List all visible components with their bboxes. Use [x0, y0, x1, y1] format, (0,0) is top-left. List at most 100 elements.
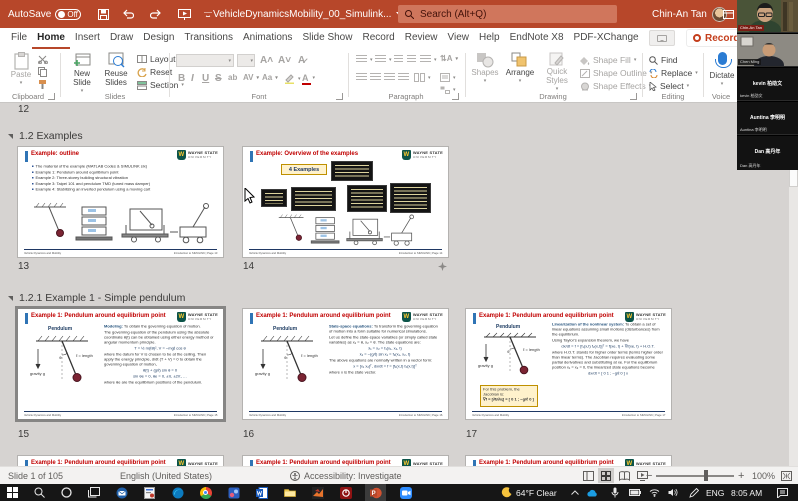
zoom-slider-thumb[interactable] — [704, 470, 708, 481]
tab-file[interactable]: File — [6, 29, 32, 49]
slide-thumbnail-20-partial[interactable]: Example 1: Pendulum around equilibrium p… — [466, 456, 671, 466]
ribbon-display-options-icon[interactable] — [720, 6, 736, 22]
find-button[interactable]: Find — [649, 55, 678, 65]
font-dialog-launcher-icon[interactable] — [336, 93, 343, 100]
columns-icon[interactable]: ▾ — [414, 73, 431, 82]
slide-thumbnail-17[interactable]: Example 1: Pendulum around equilibrium p… — [466, 309, 671, 419]
edge-icon[interactable] — [171, 486, 184, 499]
tab-pdf-xchange[interactable]: PDF-XChange — [569, 29, 644, 49]
document-app-icon[interactable] — [143, 486, 156, 499]
undo-icon[interactable] — [120, 6, 136, 22]
matlab-icon[interactable] — [311, 486, 324, 499]
slide-thumbnail-13[interactable]: Example: outline W WAYNE STATEUNIVERSITY… — [18, 147, 223, 257]
action-center-icon[interactable] — [776, 486, 789, 499]
strikethrough-icon[interactable]: S — [215, 73, 222, 84]
shapes-button[interactable]: Shapes▾ — [470, 52, 500, 86]
zoom-in-button[interactable]: + — [738, 467, 744, 484]
clear-formatting-icon[interactable]: A̷ — [298, 55, 305, 66]
autosave-toggle[interactable]: AutoSave Off — [8, 0, 81, 28]
bold-icon[interactable]: B — [178, 73, 185, 84]
section-header-example1[interactable]: 1.2.1 Example 1 - Simple pendulum — [8, 292, 185, 304]
tab-transitions[interactable]: Transitions — [179, 29, 238, 49]
taskbar-search-icon[interactable] — [33, 486, 46, 499]
clipboard-dialog-launcher-icon[interactable] — [48, 93, 55, 100]
layout-button[interactable]: Layout▾ — [137, 54, 181, 64]
participant-tile-4[interactable]: Auntina 李明明 Auntina 李明明 — [737, 102, 798, 135]
zoom-level[interactable]: 100% — [752, 467, 775, 484]
font-name-combo[interactable]: ▾ — [176, 54, 234, 67]
participant-tile-3[interactable]: kevin 柏劭文 kevin 柏劭文 — [737, 68, 798, 101]
copy-icon[interactable] — [38, 67, 47, 77]
wifi-icon[interactable] — [648, 486, 661, 499]
reset-button[interactable]: Reset — [137, 67, 172, 77]
shape-effects-button[interactable]: Shape Effects▾ — [580, 81, 651, 91]
decrease-indent-icon[interactable] — [394, 55, 403, 64]
language-tray-indicator[interactable]: ENG — [706, 484, 724, 501]
numbering-icon[interactable]: ▾ — [375, 55, 392, 64]
mail-app-icon[interactable] — [115, 486, 128, 499]
clock[interactable]: 8:05 AM — [731, 484, 762, 501]
slide-position-indicator[interactable]: Slide 1 of 105 — [8, 467, 63, 484]
start-slideshow-icon[interactable] — [176, 6, 192, 22]
tab-endnote[interactable]: EndNote X8 — [505, 29, 569, 49]
document-title[interactable]: VehicleDynamicsMobility_00_Simulink... — [213, 0, 403, 28]
align-text-icon[interactable]: ▾ — [440, 73, 456, 82]
acrobat-icon[interactable] — [339, 486, 352, 499]
cut-icon[interactable] — [38, 55, 48, 64]
arrange-button[interactable]: Arrange▾ — [504, 52, 536, 86]
tab-design[interactable]: Design — [138, 29, 179, 49]
tab-slide-show[interactable]: Slide Show — [297, 29, 357, 49]
new-slide-button[interactable]: New Slide▾ — [66, 52, 98, 96]
replace-button[interactable]: Replace▾ — [649, 68, 698, 78]
align-right-icon[interactable] — [384, 73, 395, 82]
tab-view[interactable]: View — [443, 29, 475, 49]
account-button[interactable]: Chin-An Tan — [652, 0, 727, 28]
normal-view-button[interactable] — [580, 468, 596, 483]
tab-insert[interactable]: Insert — [70, 29, 105, 49]
zoom-slider[interactable] — [656, 475, 734, 477]
text-direction-icon[interactable]: ⇅A▾ — [440, 54, 458, 63]
dictate-button[interactable]: Dictate▾ — [708, 52, 736, 89]
slide-thumbnail-19-partial[interactable]: Example 1: Pendulum around equilibrium p… — [243, 456, 448, 466]
onedrive-icon[interactable] — [585, 486, 598, 499]
slide-thumbnail-15[interactable]: Example 1: Pendulum around equilibrium p… — [18, 309, 223, 419]
comments-button[interactable] — [649, 30, 675, 46]
task-view-icon[interactable] — [87, 486, 100, 499]
line-spacing-icon[interactable]: ▾ — [420, 55, 437, 64]
tab-record[interactable]: Record — [357, 29, 399, 49]
language-indicator[interactable]: English (United States) — [120, 467, 212, 484]
font-size-combo[interactable]: ▾ — [237, 54, 255, 67]
shape-fill-button[interactable]: Shape Fill▾ — [580, 55, 636, 65]
pen-input-icon[interactable] — [687, 486, 700, 499]
save-icon[interactable] — [95, 6, 111, 22]
select-button[interactable]: Select▾ — [649, 81, 689, 91]
reading-view-button[interactable] — [616, 468, 632, 483]
drawing-dialog-launcher-icon[interactable] — [630, 93, 637, 100]
shrink-font-icon[interactable]: A˅ — [278, 55, 291, 66]
battery-icon[interactable] — [628, 486, 641, 499]
tab-review[interactable]: Review — [400, 29, 443, 49]
fit-to-window-button[interactable] — [778, 468, 794, 483]
volume-icon[interactable] — [666, 486, 679, 499]
weather-moon-icon[interactable] — [500, 486, 513, 499]
participant-video-2[interactable]: Chen Ming — [737, 34, 798, 67]
section-header-examples[interactable]: 1.2 Examples — [8, 130, 83, 142]
character-spacing-icon[interactable]: AV▾ — [243, 73, 259, 82]
format-painter-icon[interactable] — [38, 79, 48, 89]
align-center-icon[interactable] — [370, 73, 381, 82]
section-button[interactable]: Section▾ — [137, 80, 184, 90]
underline-icon[interactable]: U — [202, 73, 209, 84]
font-color-icon[interactable]: A▾ — [302, 73, 315, 83]
file-explorer-icon[interactable] — [283, 486, 296, 499]
microphone-tray-icon[interactable] — [608, 486, 621, 499]
justify-icon[interactable] — [398, 73, 409, 82]
powerpoint-icon[interactable]: P — [369, 486, 382, 499]
change-case-icon[interactable]: Aa▾ — [262, 73, 278, 82]
tab-animations[interactable]: Animations — [238, 29, 297, 49]
tab-help[interactable]: Help — [474, 29, 505, 49]
tab-home[interactable]: Home — [32, 29, 70, 49]
tray-chevron-up-icon[interactable] — [568, 486, 581, 499]
paste-button[interactable]: Paste▾ — [6, 52, 36, 88]
increase-indent-icon[interactable] — [407, 55, 416, 64]
slide-thumbnail-18-partial[interactable]: Example 1: Pendulum around equilibrium p… — [18, 456, 223, 466]
